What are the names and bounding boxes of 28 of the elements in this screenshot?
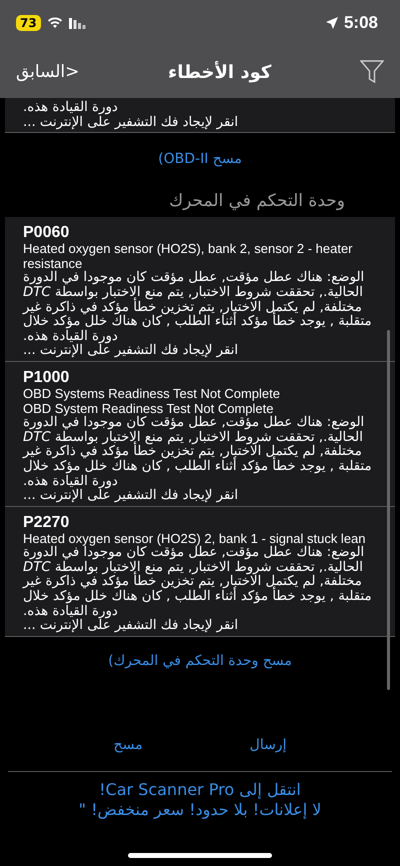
action-button[interactable]: مسح bbox=[110, 733, 147, 757]
decode-link[interactable]: انقر لإيجاد فك التشفير على الإنترنت ... bbox=[23, 116, 375, 130]
battery-level: 73 bbox=[16, 15, 41, 31]
code-description: Heated oxygen sensor (HO2S) 2, bank 1 - signal stuck lean bbox=[23, 532, 367, 546]
scan-module-button[interactable]: مسح وحدة التحكم في المحرك) bbox=[104, 648, 296, 673]
scan-obd-button[interactable]: مسح OBD-II) bbox=[154, 147, 246, 172]
code-description: OBD Systems Readiness Test Not Complete bbox=[23, 386, 281, 402]
promo-line: انتقل إلى Car Scanner Pro! bbox=[98, 780, 302, 800]
status-text: دورة القيادة هذه. bbox=[23, 101, 119, 116]
decode-link[interactable]: انقر لإيجاد فك التشفير على الإنترنت ... bbox=[23, 489, 375, 504]
trouble-code: P1000 bbox=[23, 368, 70, 387]
decode-link[interactable]: انقر لإيجاد فك التشفير على الإنترنت ... bbox=[23, 344, 375, 359]
screen-title: كود الأخطاء bbox=[168, 62, 272, 82]
action-button[interactable]: إرسال bbox=[246, 733, 290, 757]
decode-link[interactable]: انقر لإيجاد فك التشفير على الإنترنت ... bbox=[23, 619, 375, 634]
promo-line: لا إعلانات! بلا حدود! سعر منخفض! " bbox=[78, 800, 322, 820]
code-description: OBD System Readiness Test Not Complete bbox=[23, 402, 274, 416]
trouble-code: P0060 bbox=[23, 224, 70, 242]
upgrade-promo-link[interactable]: انتقل إلى Car Scanner Pro! لا إعلانات! بلا حدود! سعر منخفض! " bbox=[0, 772, 400, 866]
signal-icon bbox=[68, 18, 86, 28]
filter-icon[interactable] bbox=[360, 60, 384, 84]
trouble-code: P2270 bbox=[23, 514, 70, 532]
location-arrow-icon bbox=[326, 17, 338, 29]
clock-time: 5:08 bbox=[344, 13, 378, 33]
wifi-icon bbox=[46, 17, 63, 29]
back-link[interactable]: <السابق bbox=[16, 62, 80, 82]
code-description: Heated oxygen sensor (HO2S), bank 2, sensor 2 - heater resistance bbox=[23, 242, 353, 271]
section-header: وحدة التحكم في المحرك bbox=[168, 191, 346, 214]
